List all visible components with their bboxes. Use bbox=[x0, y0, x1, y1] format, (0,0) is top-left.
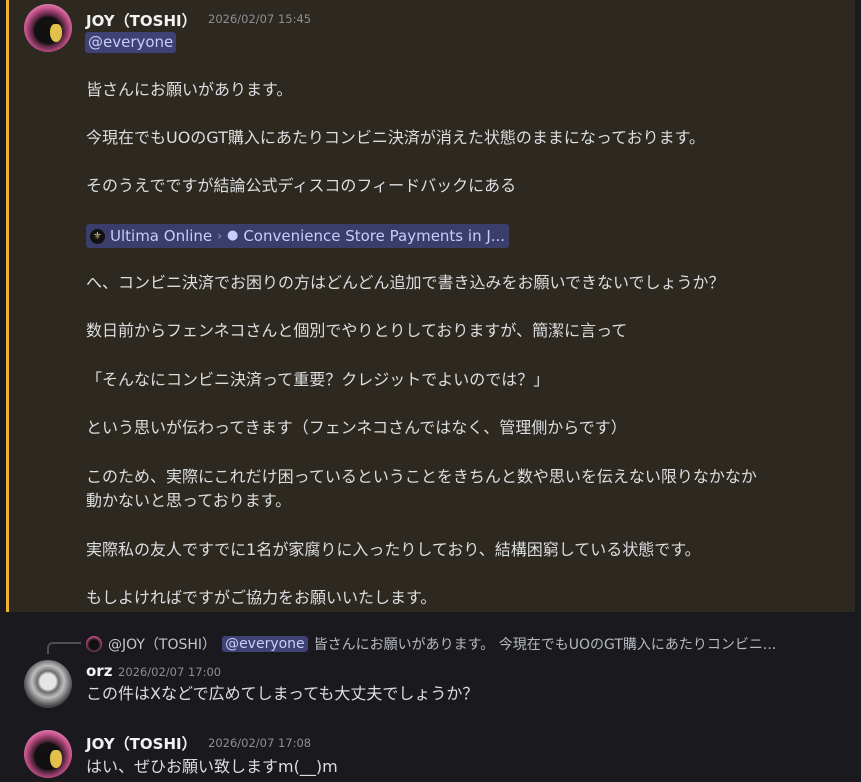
message-line: 今現在でもUOのGT購入にあたりコンビニ決済が消えた状態のままになっております。 bbox=[86, 128, 706, 147]
avatar[interactable] bbox=[24, 730, 72, 778]
reply-snippet[interactable]: 皆さんにお願いがあります。 今現在でもUOのGT購入にあたりコンビニ... bbox=[314, 634, 777, 654]
author-name[interactable]: JOY（TOSHI） bbox=[86, 733, 197, 754]
server-icon: ⚜ bbox=[90, 228, 105, 244]
reply-mention[interactable]: @everyone bbox=[222, 636, 308, 652]
message-line: 皆さんにお願いがあります。 bbox=[86, 80, 293, 99]
message-line: へ、コンビニ決済でお困りの方はどんどん追加で書き込みをお願いできないでしょうか？ bbox=[86, 273, 725, 292]
reply-avatar bbox=[86, 636, 102, 652]
message-text: はい、ぜひお願い致しますm(__)m bbox=[86, 757, 338, 776]
message-text: この件はXなどで広めてしまっても大丈夫でしょうか？ bbox=[86, 684, 479, 703]
reply-author[interactable]: @JOY（TOSHI） bbox=[108, 634, 216, 654]
message-line: という思いが伝わってきます（フェンネコさんではなく、管理側からです） bbox=[86, 418, 627, 437]
server-name: Ultima Online bbox=[110, 227, 213, 245]
author-name[interactable]: JOY（TOSHI） bbox=[86, 10, 197, 31]
timestamp: 2026/02/07 17:08 bbox=[208, 736, 312, 750]
timestamp: 2026/02/07 15:45 bbox=[208, 12, 312, 26]
channel-name: Convenience Store Payments in J... bbox=[243, 227, 506, 245]
message-line: 実際私の友人ですでに1名が家腐りに入ったりしており、結構困窮している状態です。 bbox=[86, 540, 701, 559]
reply-preview[interactable]: @JOY（TOSHI） @everyone 皆さんにお願いがあります。 今現在で… bbox=[86, 634, 776, 654]
message-line: もしよければですがご協力をお願いいたします。 bbox=[86, 588, 437, 607]
message-line: このため、実際にこれだけ困っているということをきちんと数や思いを伝えない限りなか… bbox=[86, 467, 757, 486]
timestamp: 2026/02/07 17:00 bbox=[118, 665, 222, 679]
chevron-right-icon: › bbox=[217, 229, 222, 243]
message-line: 数日前からフェンネコさんと個別でやりとりしておりますが、簡潔に言って bbox=[86, 321, 628, 340]
reply-connector bbox=[47, 642, 81, 654]
everyone-mention[interactable]: @everyone bbox=[85, 32, 177, 53]
avatar[interactable] bbox=[24, 4, 72, 52]
avatar[interactable] bbox=[24, 660, 72, 708]
message-line: 動かないと思っております。 bbox=[86, 491, 292, 510]
chat-bubble-icon: ● bbox=[226, 228, 239, 243]
message-line: そのうえでですが結論公式ディスコのフィードバックにある bbox=[86, 176, 517, 195]
chat-log: JOY（TOSHI） 2026/02/07 15:45 @everyone 皆さ… bbox=[0, 0, 861, 782]
channel-link[interactable]: ⚜ Ultima Online › ● Convenience Store Pa… bbox=[86, 224, 510, 248]
author-name[interactable]: orz bbox=[86, 662, 112, 680]
message-line: 「そんなにコンビニ決済って重要？クレジットでよいのでは？」 bbox=[86, 370, 550, 389]
